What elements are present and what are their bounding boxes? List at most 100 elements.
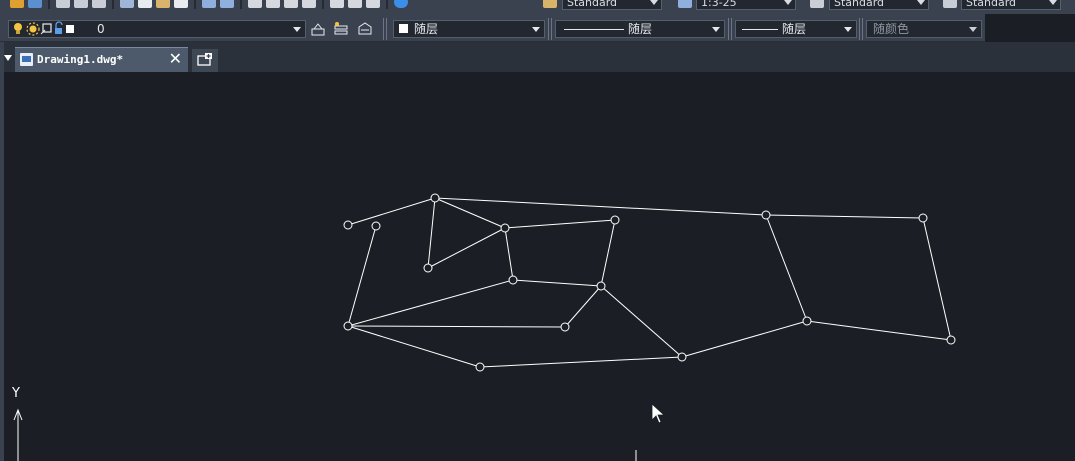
linetype-sample — [564, 29, 624, 30]
line — [434, 197, 506, 229]
layer-state-icons — [14, 21, 74, 36]
cut-icon[interactable] — [120, 0, 134, 8]
drawing-area[interactable] — [4, 72, 1075, 461]
table-style-combo[interactable]: Standard — [829, 0, 929, 10]
line — [434, 197, 767, 216]
node — [560, 322, 570, 332]
line — [347, 197, 436, 226]
node — [761, 210, 771, 220]
drawing-canvas[interactable]: Y — [4, 72, 1075, 461]
node — [677, 352, 687, 362]
line — [564, 285, 602, 328]
layer-states-icon[interactable] — [357, 21, 373, 37]
layer-previous-icon[interactable] — [333, 21, 349, 37]
zoom-window-icon[interactable] — [284, 0, 298, 8]
node — [343, 220, 353, 230]
color-value: 随层 — [414, 22, 439, 36]
chevron-down-icon — [917, 0, 925, 5]
text-style-icon — [543, 0, 557, 8]
dwg-file-icon — [20, 53, 33, 66]
zoom-previous-icon[interactable] — [302, 0, 316, 8]
chevron-down-icon — [532, 27, 540, 32]
lineweight-value: 随层 — [782, 22, 807, 36]
node — [475, 362, 485, 372]
node — [430, 193, 440, 203]
paste-icon[interactable] — [156, 0, 170, 8]
print-preview-icon[interactable] — [74, 0, 88, 8]
print-icon[interactable] — [56, 0, 70, 8]
publish-icon[interactable] — [92, 0, 106, 8]
ucs-icon — [13, 408, 23, 461]
current-layer-name: 0 — [97, 22, 105, 36]
line — [504, 219, 616, 229]
line — [347, 279, 514, 327]
copy-icon[interactable] — [138, 0, 152, 8]
line — [600, 285, 683, 358]
line — [479, 356, 683, 368]
match-properties-icon[interactable] — [174, 0, 188, 8]
line — [347, 325, 481, 368]
tab-list-dropdown-icon[interactable] — [4, 55, 12, 61]
zoom-realtime-icon[interactable] — [266, 0, 280, 8]
node — [423, 263, 433, 273]
help-icon[interactable] — [394, 0, 408, 8]
multileader-style-combo[interactable]: Standard — [961, 0, 1061, 10]
lineweight-combo[interactable]: 随层 — [735, 20, 857, 38]
document-tab-bar: Drawing1.dwg* ✕ — [0, 42, 1075, 461]
color-swatch — [399, 24, 408, 33]
tab-label: Drawing1.dwg* — [37, 53, 124, 66]
node — [918, 213, 928, 223]
save-icon[interactable] — [28, 0, 42, 8]
sun-freeze-icon — [26, 22, 40, 36]
open-folder-icon[interactable] — [10, 0, 24, 8]
undo-icon[interactable] — [202, 0, 216, 8]
chevron-down-icon — [844, 27, 852, 32]
dimension-style-combo[interactable]: 1:3-25 — [696, 0, 796, 10]
line — [681, 320, 808, 358]
toolbar-grip[interactable] — [728, 18, 732, 40]
layers-properties-toolbar: 0 随层 随层 随层 随颜色 — [0, 14, 985, 42]
color-combo[interactable]: 随层 — [393, 20, 545, 38]
line — [765, 214, 808, 322]
standard-toolbar: Standard 1:3-25 Standard Standard — [0, 0, 1075, 14]
text-style-combo[interactable]: Standard — [562, 0, 662, 10]
line — [504, 227, 514, 281]
redo-icon[interactable] — [220, 0, 234, 8]
line — [806, 320, 952, 341]
chevron-down-icon — [712, 27, 720, 32]
linetype-value: 随层 — [628, 22, 653, 36]
table-style-icon — [810, 0, 824, 8]
chevron-down-icon — [650, 0, 658, 5]
drawing-nodes[interactable] — [343, 193, 956, 372]
viewport-freeze-icon — [40, 23, 52, 35]
close-icon[interactable]: ✕ — [169, 51, 182, 67]
chevron-down-icon — [293, 27, 301, 32]
line — [512, 279, 602, 287]
pan-icon[interactable] — [248, 0, 262, 8]
layer-combo[interactable]: 0 — [8, 20, 306, 38]
new-drawing-button[interactable] — [192, 49, 218, 72]
properties-icon[interactable] — [330, 0, 344, 8]
chevron-down-icon — [969, 27, 977, 32]
node — [802, 316, 812, 326]
drawing-lines[interactable] — [347, 197, 952, 368]
tab-drawing1[interactable]: Drawing1.dwg* ✕ — [15, 47, 188, 72]
toolbar-grip[interactable] — [859, 18, 863, 40]
line — [427, 197, 436, 269]
plot-style-combo[interactable]: 随颜色 — [866, 20, 982, 38]
unlock-icon — [55, 21, 63, 34]
design-center-icon[interactable] — [348, 0, 362, 8]
lineweight-sample — [742, 29, 778, 30]
dimension-style-value: 1:3-25 — [701, 0, 737, 9]
linetype-combo[interactable]: 随层 — [555, 20, 725, 38]
node — [508, 275, 518, 285]
chevron-down-icon — [784, 0, 792, 5]
line — [347, 325, 566, 328]
line — [765, 214, 924, 219]
layer-color-swatch — [66, 25, 74, 33]
make-current-layer-icon[interactable] — [310, 21, 326, 37]
line — [922, 217, 952, 341]
tool-palettes-icon[interactable] — [366, 0, 380, 8]
toolbar-grip[interactable] — [383, 18, 387, 40]
toolbar-grip[interactable] — [548, 18, 552, 40]
